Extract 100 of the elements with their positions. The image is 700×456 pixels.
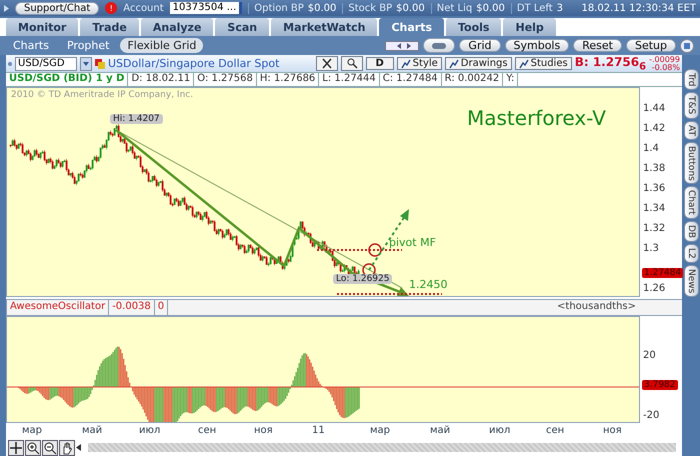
- main-tab[interactable]: Analyze: [140, 18, 214, 36]
- magnifier-icon[interactable]: [340, 56, 363, 71]
- month-label: сен: [198, 425, 216, 436]
- month-label: май: [430, 425, 450, 436]
- month-label: ноя: [603, 425, 622, 436]
- month-label: 11: [312, 425, 325, 436]
- main-tab[interactable]: Charts: [379, 18, 444, 36]
- ohlc-field: H: 1.27686: [256, 73, 320, 86]
- ohlc-field: O: 1.27568: [194, 73, 257, 86]
- side-tab[interactable]: L2: [684, 244, 698, 264]
- month-label: сен: [546, 425, 564, 436]
- sub-tab[interactable]: Charts: [6, 38, 56, 53]
- account-field[interactable]: 10373504 ...: [170, 2, 242, 14]
- indicator-name: AwesomeOscillator: [7, 300, 110, 316]
- price-tick: 1.32: [643, 222, 666, 234]
- side-tab[interactable]: Chart: [684, 186, 698, 220]
- datetime: 18.02.11 12:30:34 EET: [581, 2, 696, 14]
- copyright-text: 2010 © TD Ameritrade IP Company, Inc.: [11, 90, 194, 100]
- chart-tool-button[interactable]: Style: [396, 57, 442, 70]
- ohlc-field: Y:: [503, 73, 518, 86]
- month-label: июл: [139, 425, 160, 436]
- ohlc-field: L: 1.27444: [319, 73, 380, 86]
- price-tick: 1.3: [643, 242, 659, 254]
- chart-title: USD/SGD (BID) 1 y D: [6, 73, 128, 86]
- main-tab[interactable]: Tools: [446, 18, 502, 36]
- toolbar-button[interactable]: Reset: [573, 39, 622, 52]
- chart-headline: Masterforex-V: [467, 106, 606, 130]
- symbol-field[interactable]: USD/SGD: [15, 56, 77, 70]
- scrollbar[interactable]: [88, 443, 676, 452]
- ohlc-field: R: 0.00242: [442, 73, 504, 86]
- main-tab[interactable]: Help: [503, 18, 556, 36]
- price-tick: 1.4: [643, 142, 659, 154]
- expand-arrow-icon[interactable]: [4, 4, 9, 12]
- stat-label: Stock BP: [348, 2, 392, 14]
- high-label: Hi: 1.4207: [110, 114, 163, 124]
- oscillator-badge: 3.7982: [642, 380, 678, 390]
- ohlc-field: D: 18.02.11: [128, 73, 194, 86]
- stat-value: 3: [556, 2, 564, 14]
- price-tick: 1.34: [643, 202, 666, 214]
- low-label: Lo: 1.26925: [333, 274, 392, 284]
- link-button[interactable]: [423, 38, 456, 53]
- pivot-circle: [368, 243, 382, 257]
- crosshair-icon[interactable]: [8, 440, 24, 456]
- indicator-param: 0: [154, 300, 168, 316]
- stat-value: $0.00: [308, 2, 336, 14]
- layout-arrows-icon[interactable]: [385, 40, 420, 50]
- stat-label: DT Left: [516, 2, 553, 14]
- side-tab[interactable]: News: [684, 265, 698, 298]
- hand-icon[interactable]: [59, 440, 75, 456]
- month-label: ноя: [254, 425, 273, 436]
- link-dot-icon: [8, 62, 12, 66]
- stat-value: $0.00: [396, 2, 425, 14]
- price-tick: 1.26: [643, 282, 666, 294]
- price-tick: 1.36: [643, 182, 666, 194]
- zoom-in-icon[interactable]: [25, 440, 41, 456]
- oscillator-tick: -20: [643, 410, 660, 422]
- month-label: май: [82, 425, 102, 436]
- price-tick: 1.44: [643, 102, 666, 114]
- side-tab[interactable]: T&S: [684, 92, 698, 119]
- side-tab[interactable]: Buttons: [684, 142, 698, 184]
- sub-tab[interactable]: Prophet: [60, 38, 116, 53]
- stat-label: Option BP: [254, 2, 304, 14]
- month-label: июл: [489, 425, 510, 436]
- toolbar-button[interactable]: Grid: [459, 39, 501, 52]
- main-tab[interactable]: Trade: [80, 18, 139, 36]
- indicator-value: -0.0038: [109, 300, 155, 316]
- toolbar-button[interactable]: Symbols: [504, 39, 570, 52]
- ohlc-field: C: 1.27484: [380, 73, 442, 86]
- stat-label: Net Liq: [436, 2, 472, 14]
- dropdown-icon[interactable]: [80, 56, 92, 70]
- support-chat-button[interactable]: Support/Chat: [15, 2, 100, 14]
- alert-badge[interactable]: !: [105, 2, 118, 14]
- detach-icon[interactable]: [680, 38, 694, 52]
- sub-tab[interactable]: Flexible Grid: [120, 38, 204, 53]
- price-tick: 1.38: [643, 162, 666, 174]
- line-chart-icon: [448, 58, 459, 68]
- units-label: <thousandths>: [556, 300, 637, 314]
- month-label: мар: [370, 425, 390, 436]
- zoom-out-icon[interactable]: [42, 440, 58, 456]
- side-tab[interactable]: Trd: [684, 69, 698, 90]
- oscillator-tick: 20: [643, 350, 656, 362]
- chart-tool-button[interactable]: Studies: [514, 57, 572, 70]
- bid-price: B: 1.2756$_{6}$: [574, 54, 646, 72]
- line-chart-icon: [518, 58, 529, 68]
- price-change: -.00099: [649, 56, 680, 64]
- side-tab[interactable]: DB: [684, 221, 698, 242]
- main-tab[interactable]: Monitor: [6, 18, 78, 36]
- aggregation-button[interactable]: D: [366, 57, 394, 70]
- month-label: мар: [22, 425, 42, 436]
- chart-tool-button[interactable]: Drawings: [444, 57, 512, 70]
- side-tab[interactable]: AT: [684, 120, 698, 140]
- toolbar-button[interactable]: Setup: [626, 39, 676, 52]
- price-tick: 1.42: [643, 122, 666, 134]
- main-tab[interactable]: MarketWatch: [271, 18, 378, 36]
- line-chart-icon: [400, 58, 411, 68]
- main-tab[interactable]: Scan: [215, 18, 270, 36]
- pivot-label: pivot MF: [389, 236, 436, 249]
- stat-value: $0.00: [476, 2, 505, 14]
- target-label: 1.2450: [409, 278, 448, 291]
- symbol-description-link[interactable]: USDollar/Singapore Dollar Spot: [108, 57, 280, 70]
